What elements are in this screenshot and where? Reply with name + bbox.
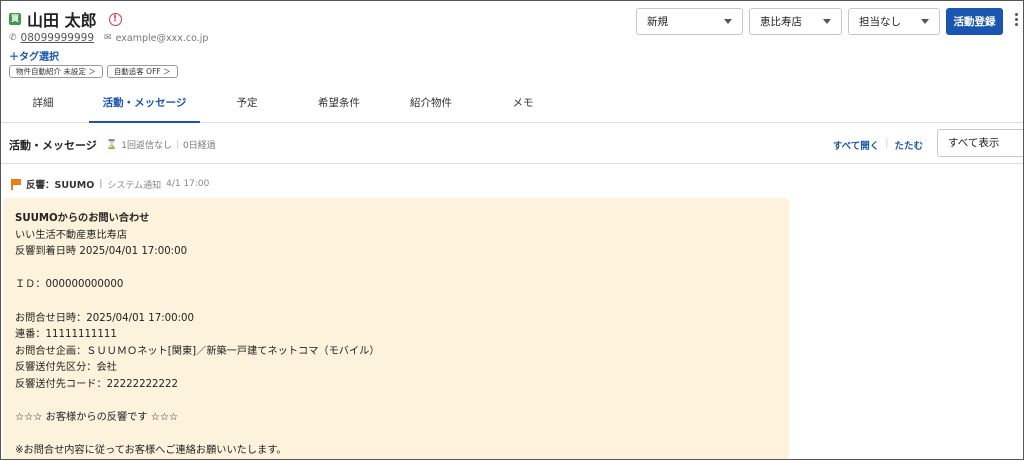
tab-preferences[interactable]: 希望条件: [309, 87, 369, 123]
automation-chips: 物件自動紹介 未設定 ＞ 自動追客 OFF ＞: [9, 65, 178, 78]
message-line: いい生活不動産恵比寿店: [15, 229, 128, 241]
register-activity-button[interactable]: 活動登録: [946, 8, 1003, 35]
message-line: [15, 261, 777, 278]
section-meta: ⌛ 1回返信なし | 0日経過: [106, 138, 216, 152]
email-text: example@xxx.co.jp: [115, 32, 209, 44]
activity-kind: 反響：SUUMO: [26, 180, 95, 191]
no-reply-count: 1回返信なし: [121, 141, 172, 151]
assignee-select[interactable]: 担当なし: [848, 8, 940, 35]
section-title: 活動・メッセージ: [9, 139, 97, 152]
flag-icon: [11, 178, 21, 190]
status-select[interactable]: 新規: [636, 8, 743, 35]
message-line: 反響送付先コード：22222222222: [15, 378, 178, 390]
section-actions: すべて開く | たたむ: [833, 138, 923, 152]
message-line: お問合せ企画：ＳＵＵＭＯネット[関東]／新築一戸建てネットコマ（モバイル）: [15, 345, 380, 357]
chevron-down-icon: [921, 19, 929, 24]
tab-bar: 詳細 活動・メッセージ 予定 希望条件 紹介物件 メモ: [1, 87, 1023, 123]
tab-activity-messages[interactable]: 活動・メッセージ: [89, 87, 200, 123]
message-line: ※お問合せ内容に従ってお客様へご連絡お願いいたします。: [15, 445, 287, 457]
tag-select-link[interactable]: ＋タグ選択: [9, 48, 59, 63]
store-select-value: 恵比寿店: [760, 16, 802, 28]
filter-select[interactable]: すべて表示: [937, 129, 1023, 157]
message-line: [15, 427, 777, 444]
activity-message: SUUMOからのお問い合わせ いい生活不動産恵比寿店 反響到着日時 2025/0…: [3, 198, 789, 459]
message-line: お問合せ日時：2025/04/01 17:00:00: [15, 312, 195, 324]
message-line: [15, 294, 777, 311]
customer-name: 山田 太郎: [27, 11, 97, 30]
assignee-select-value: 担当なし: [859, 16, 901, 28]
header-controls: 新規 恵比寿店 担当なし 活動登録: [636, 8, 1003, 35]
activity-separator: |: [99, 179, 103, 189]
customer-header: 買 山田 太郎 ! ✆ 08099999999 ✉ example@xxx.co…: [1, 1, 1023, 83]
store-select[interactable]: 恵比寿店: [749, 8, 842, 35]
phone-link[interactable]: 08099999999: [21, 32, 95, 44]
message-line: [15, 394, 777, 411]
message-line: 反響到着日時 2025/04/01 17:00:00: [15, 246, 188, 258]
contact-row: ✆ 08099999999 ✉ example@xxx.co.jp: [9, 32, 208, 44]
activity-source: システム通知: [107, 180, 162, 191]
more-options-icon[interactable]: [1015, 13, 1019, 26]
message-line: SUUMOからのお問い合わせ: [15, 213, 150, 224]
elapsed-days: 0日経過: [183, 141, 216, 151]
meta-separator: |: [175, 139, 179, 150]
tab-introduced-properties[interactable]: 紹介物件: [401, 87, 461, 123]
hourglass-icon: ⌛: [106, 139, 118, 150]
tab-schedule[interactable]: 予定: [223, 87, 271, 123]
buyer-badge-icon: 買: [9, 13, 21, 25]
mail-icon: ✉: [104, 33, 112, 43]
message-line: 連番：11111111111: [15, 329, 117, 341]
chevron-down-icon: [724, 19, 732, 24]
action-separator: |: [885, 138, 889, 149]
phone-icon: ✆: [9, 33, 17, 43]
status-select-value: 新規: [647, 16, 668, 28]
activity-time: 4/1 17:00: [166, 179, 210, 189]
collapse-link[interactable]: たたむ: [894, 138, 923, 152]
message-line: ＩＤ：000000000000: [15, 279, 124, 291]
message-line: 反響送付先区分：会社: [15, 362, 117, 374]
tab-memo[interactable]: メモ: [501, 87, 545, 123]
auto-property-intro-chip[interactable]: 物件自動紹介 未設定 ＞: [9, 65, 103, 78]
activity-header: 反響：SUUMO | システム通知 4/1 17:00: [11, 177, 209, 191]
app-frame: 買 山田 太郎 ! ✆ 08099999999 ✉ example@xxx.co…: [0, 0, 1024, 460]
message-line: ☆☆☆ お客様からの反響です ☆☆☆: [15, 412, 179, 424]
customer-name-row: 買 山田 太郎 !: [9, 7, 122, 31]
alert-icon[interactable]: !: [108, 12, 122, 26]
chevron-down-icon: [823, 19, 831, 24]
section-bar: 活動・メッセージ ⌛ 1回返信なし | 0日経過 すべて開く | たたむ すべて…: [1, 124, 1023, 164]
tab-details[interactable]: 詳細: [19, 87, 67, 123]
expand-all-link[interactable]: すべて開く: [833, 138, 879, 152]
auto-follow-chip[interactable]: 自動追客 OFF ＞: [106, 65, 178, 78]
